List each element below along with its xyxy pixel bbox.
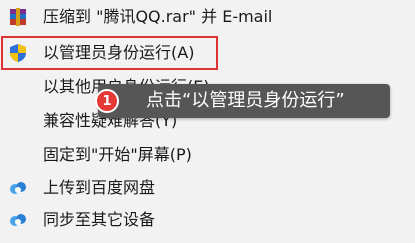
menu-item-pin-to-start[interactable]: 固定到"开始"屏幕(P) [0,140,415,170]
menu-item-label: 压缩到 "腾讯QQ.rar" 并 E-mail [43,7,273,26]
baidu-netdisk-icon [8,178,28,198]
menu-item-label: 固定到"开始"屏幕(P) [43,145,192,164]
highlight-box [1,36,218,70]
menu-item-upload-baidu[interactable]: 上传到百度网盘 [0,173,415,203]
menu-item-label: 上传到百度网盘 [43,178,156,197]
context-menu: 压缩到 "腾讯QQ.rar" 并 E-mail 以管理员身份运行(A) 以其他用… [0,0,415,243]
menu-item-label: 同步至其它设备 [43,210,156,229]
callout-text: 点击“以管理员身份运行” [146,90,345,111]
callout-arrow [120,96,126,106]
winrar-icon [8,7,28,27]
menu-item-compress-email[interactable]: 压缩到 "腾讯QQ.rar" 并 E-mail [0,2,415,32]
baidu-netdisk-icon [8,210,28,230]
menu-item-sync-devices[interactable]: 同步至其它设备 [0,205,415,235]
step-number-badge: 1 [95,89,119,113]
